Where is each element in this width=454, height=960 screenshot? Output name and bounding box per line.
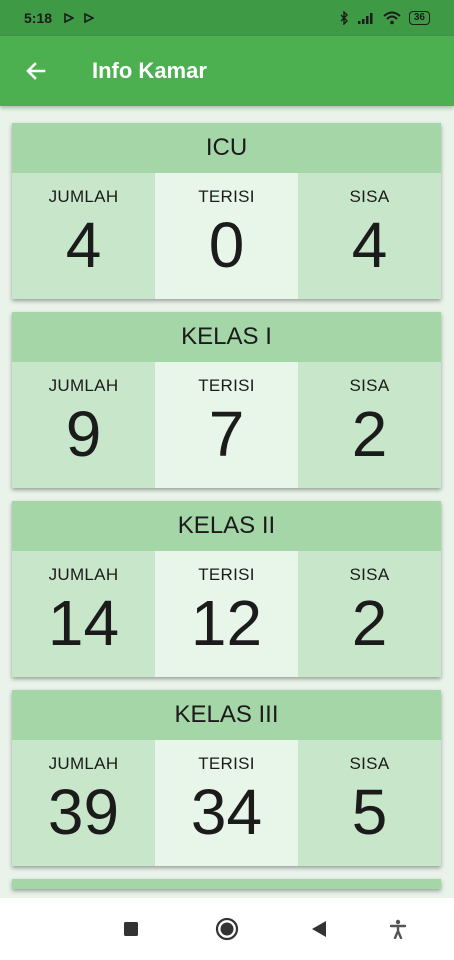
occupied-value: 7 <box>208 398 245 470</box>
occupied-value: 34 <box>190 776 263 848</box>
status-system-icons: 36 <box>339 11 430 25</box>
occupied-cell: TERISI 12 <box>155 551 298 677</box>
accessibility-button[interactable] <box>385 916 411 942</box>
total-value: 39 <box>47 776 120 848</box>
accessibility-icon <box>389 919 407 939</box>
occupied-cell: TERISI 7 <box>155 362 298 488</box>
remaining-value: 2 <box>351 587 388 659</box>
room-card-partial <box>12 879 441 889</box>
remaining-label: SISA <box>349 376 390 395</box>
play-notification-icon <box>64 13 75 23</box>
occupied-cell: TERISI 34 <box>155 740 298 866</box>
play-notification-icon <box>84 13 95 23</box>
total-cell: JUMLAH 9 <box>12 362 155 488</box>
occupied-label: TERISI <box>198 187 255 206</box>
remaining-label: SISA <box>349 565 390 584</box>
room-card-partial-header <box>12 879 441 889</box>
total-cell: JUMLAH 14 <box>12 551 155 677</box>
remaining-cell: SISA 2 <box>298 362 441 488</box>
room-name: KELAS I <box>12 312 441 362</box>
remaining-label: SISA <box>349 754 390 773</box>
status-bar: 5:18 36 <box>0 0 454 36</box>
remaining-value: 2 <box>351 398 388 470</box>
room-card: KELAS III JUMLAH 39 TERISI 34 SISA 5 <box>12 690 441 866</box>
battery-indicator: 36 <box>408 11 430 25</box>
app-bar: Info Kamar <box>0 36 454 106</box>
occupied-value: 12 <box>190 587 263 659</box>
total-value: 9 <box>65 398 102 470</box>
total-label: JUMLAH <box>48 376 119 395</box>
system-navigation-bar <box>0 898 454 960</box>
remaining-cell: SISA 2 <box>298 551 441 677</box>
remaining-value: 5 <box>351 776 388 848</box>
total-label: JUMLAH <box>48 565 119 584</box>
occupied-cell: TERISI 0 <box>155 173 298 299</box>
room-name: KELAS III <box>12 690 441 740</box>
room-card: ICU JUMLAH 4 TERISI 0 SISA 4 <box>12 123 441 299</box>
total-label: JUMLAH <box>48 187 119 206</box>
occupied-label: TERISI <box>198 754 255 773</box>
total-value: 4 <box>65 209 102 281</box>
status-notification-icons <box>64 13 95 23</box>
wifi-icon <box>383 11 401 25</box>
page-title: Info Kamar <box>92 58 207 83</box>
occupied-label: TERISI <box>198 565 255 584</box>
square-icon <box>124 922 138 936</box>
occupied-value: 0 <box>208 209 245 281</box>
occupied-label: TERISI <box>198 376 255 395</box>
remaining-cell: SISA 4 <box>298 173 441 299</box>
bluetooth-icon <box>340 11 348 25</box>
room-card: KELAS II JUMLAH 14 TERISI 12 SISA 2 <box>12 501 441 677</box>
signal-icon <box>357 12 373 24</box>
home-button[interactable] <box>214 916 240 942</box>
circle-home-icon <box>215 917 239 941</box>
back-button[interactable] <box>16 51 56 91</box>
remaining-value: 4 <box>351 209 388 281</box>
room-name: ICU <box>12 123 441 173</box>
room-list[interactable]: ICU JUMLAH 4 TERISI 0 SISA 4 KELAS I JUM… <box>0 106 454 898</box>
total-value: 14 <box>47 587 120 659</box>
room-card: KELAS I JUMLAH 9 TERISI 7 SISA 2 <box>12 312 441 488</box>
remaining-cell: SISA 5 <box>298 740 441 866</box>
status-time: 5:18 <box>24 10 53 26</box>
arrow-left-icon <box>26 62 46 80</box>
total-cell: JUMLAH 4 <box>12 173 155 299</box>
recents-button[interactable] <box>118 916 144 942</box>
remaining-label: SISA <box>349 187 390 206</box>
back-nav-button[interactable] <box>306 916 332 942</box>
total-label: JUMLAH <box>48 754 119 773</box>
total-cell: JUMLAH 39 <box>12 740 155 866</box>
room-name: KELAS II <box>12 501 441 551</box>
triangle-back-icon <box>312 921 326 937</box>
